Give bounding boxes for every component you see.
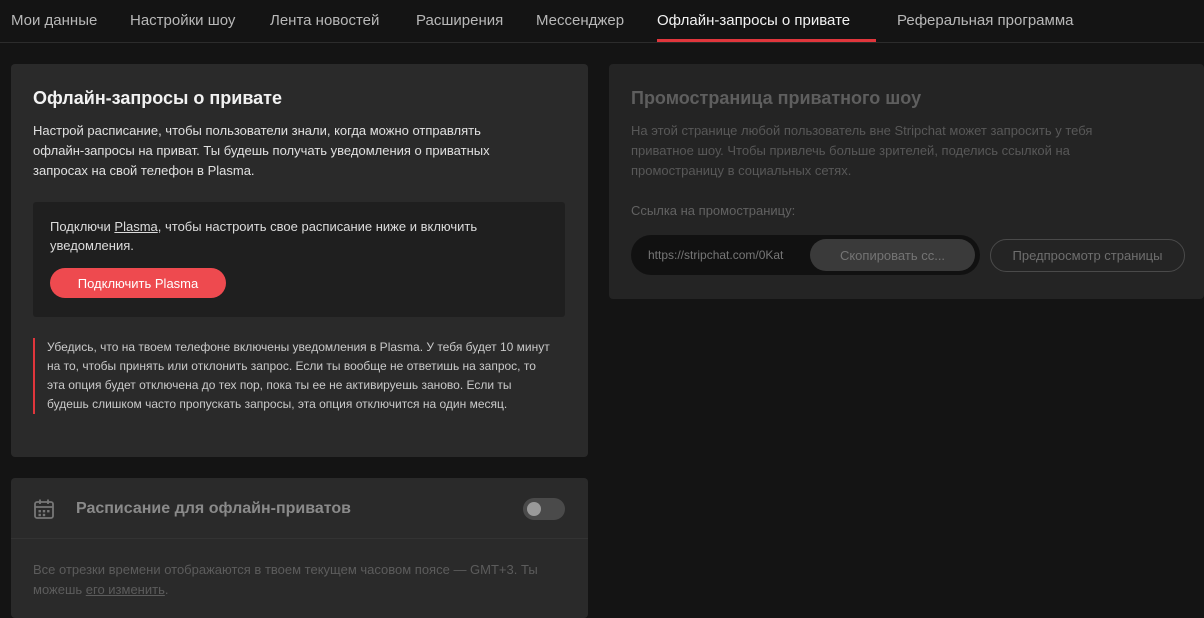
timezone-info: Все отрезки времени отображаются в твоем… — [33, 560, 573, 600]
schedule-card: Расписание для офлайн-приватов Все отрез… — [11, 478, 588, 618]
timezone-suffix: . — [164, 582, 169, 597]
promo-url-field: https://stripchat.com/0Kat Скопировать с… — [631, 235, 980, 275]
tab-extensions[interactable]: Расширения — [416, 12, 503, 29]
promo-url[interactable]: https://stripchat.com/0Kat — [648, 248, 808, 262]
promo-page-card: Промостраница приватного шоу На этой стр… — [609, 64, 1204, 299]
tab-news-feed[interactable]: Лента новостей — [270, 12, 379, 29]
connect-plasma-button[interactable]: Подключить Plasma — [50, 268, 226, 298]
tab-show-settings[interactable]: Настройки шоу — [130, 12, 235, 29]
schedule-toggle[interactable] — [523, 498, 565, 520]
plasma-notice: Убедись, что на твоем телефоне включены … — [33, 338, 553, 414]
tab-messenger[interactable]: Мессенджер — [536, 12, 624, 29]
promo-description: На этой странице любой пользователь вне … — [631, 123, 1093, 178]
preview-page-button[interactable]: Предпросмотр страницы — [990, 239, 1185, 272]
change-timezone-link[interactable]: его изменить — [86, 582, 165, 597]
tab-referral-program[interactable]: Реферальная программа — [897, 12, 1073, 29]
plasma-connect-text: Подключи Plasma, чтобы настроить свое ра… — [50, 217, 530, 255]
toggle-knob — [527, 502, 541, 516]
offline-requests-card: Офлайн-запросы о привате Настрой расписа… — [11, 64, 588, 457]
offline-requests-title: Офлайн-запросы о привате — [33, 88, 283, 108]
promo-link-label: Ссылка на промостраницу: — [631, 203, 796, 218]
calendar-icon — [34, 499, 54, 519]
tab-offline-private-requests[interactable]: Офлайн-запросы о привате — [657, 12, 850, 29]
promo-title: Промостраница приватного шоу — [631, 88, 922, 108]
active-tab-indicator — [657, 39, 876, 42]
plasma-link[interactable]: Plasma — [114, 219, 157, 234]
settings-tabs: Мои данные Настройки шоу Лента новостей … — [0, 0, 1204, 43]
offline-requests-description: Настрой расписание, чтобы пользователи з… — [33, 123, 490, 178]
copy-link-button[interactable]: Скопировать сс... — [810, 239, 975, 271]
tab-my-data[interactable]: Мои данные — [11, 12, 97, 29]
plasma-connect-box: Подключи Plasma, чтобы настроить свое ра… — [33, 202, 565, 317]
divider — [11, 538, 588, 539]
schedule-title: Расписание для офлайн-приватов — [76, 500, 351, 517]
plasma-connect-prefix: Подключи — [50, 219, 115, 234]
